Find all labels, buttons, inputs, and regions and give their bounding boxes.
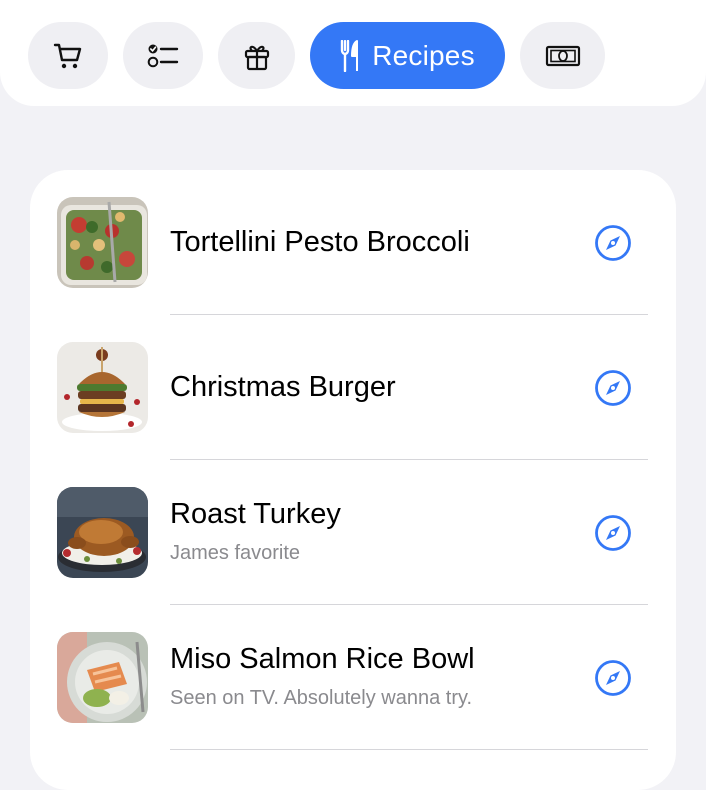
compass-icon[interactable] bbox=[594, 514, 632, 552]
cart-icon bbox=[53, 43, 82, 68]
recipe-thumbnail bbox=[57, 197, 148, 288]
recipe-note: Seen on TV. Absolutely wanna try. bbox=[170, 687, 473, 709]
tab-budget[interactable] bbox=[520, 22, 605, 89]
recipe-note: James favorite bbox=[170, 542, 301, 564]
recipe-thumbnail bbox=[57, 632, 148, 723]
list-item-recipe[interactable]: Tortellini Pesto Broccoli bbox=[30, 170, 676, 315]
compass-icon[interactable] bbox=[594, 659, 632, 697]
gift-icon bbox=[244, 45, 269, 70]
compass-icon[interactable] bbox=[594, 369, 632, 407]
fork-knife-icon bbox=[341, 39, 359, 72]
list-item-recipe[interactable]: Christmas Burger bbox=[30, 315, 676, 460]
recipe-thumbnail bbox=[57, 487, 148, 578]
recipe-title: Miso Salmon Rice Bowl bbox=[170, 643, 475, 675]
banknote-icon bbox=[545, 45, 580, 66]
checklist-icon bbox=[147, 44, 179, 67]
tab-gifts[interactable] bbox=[218, 22, 295, 89]
recipe-title: Roast Turkey bbox=[170, 498, 341, 530]
tab-checklist[interactable] bbox=[123, 22, 203, 89]
tab-shopping[interactable] bbox=[28, 22, 108, 89]
list-item-recipe[interactable]: Miso Salmon Rice Bowl Seen on TV. Absolu… bbox=[30, 605, 676, 750]
list-item-recipe[interactable]: Roast Turkey James favorite bbox=[30, 460, 676, 605]
recipes-list: Tortellini Pesto Broccoli Christmas Burg… bbox=[30, 170, 676, 790]
top-toolbar: Recipes bbox=[0, 0, 706, 106]
tab-recipes[interactable]: Recipes bbox=[310, 22, 505, 89]
compass-icon[interactable] bbox=[594, 224, 632, 262]
row-divider bbox=[170, 749, 648, 750]
recipe-thumbnail bbox=[57, 342, 148, 433]
recipe-title: Tortellini Pesto Broccoli bbox=[170, 226, 470, 258]
recipe-title: Christmas Burger bbox=[170, 371, 396, 403]
tab-recipes-label: Recipes bbox=[372, 39, 475, 71]
